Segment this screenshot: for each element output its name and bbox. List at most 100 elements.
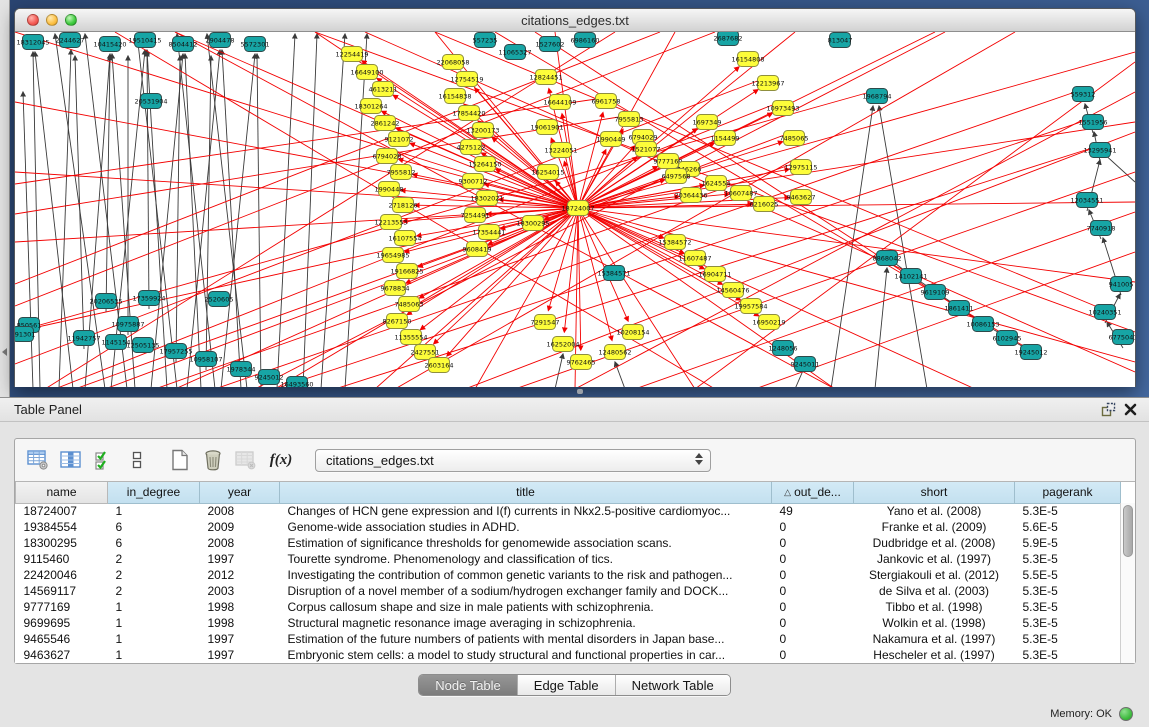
table-cell[interactable]: 9115460 xyxy=(16,551,108,567)
table-cell[interactable]: 9777169 xyxy=(16,599,108,615)
table-cell[interactable]: 6 xyxy=(108,535,200,551)
table-cell[interactable]: 1997 xyxy=(200,647,280,663)
table-cell[interactable]: Dudbridge et al. (2008) xyxy=(854,535,1015,551)
table-cell[interactable]: Disruption of a novel member of a sodium… xyxy=(280,583,772,599)
graph-node[interactable]: 11355554 xyxy=(394,330,427,345)
table-cell[interactable]: 2009 xyxy=(200,519,280,535)
table-cell[interactable]: 18300295 xyxy=(16,535,108,551)
graph-edge[interactable] xyxy=(45,32,615,387)
table-row[interactable]: 1872400712008Changes of HCN gene express… xyxy=(16,503,1121,519)
row-height-icon[interactable] xyxy=(122,445,152,475)
graph-edge[interactable] xyxy=(695,62,1135,387)
close-window-icon[interactable] xyxy=(27,14,39,26)
table-cell[interactable]: 5.9E-5 xyxy=(1015,535,1121,551)
graph-node[interactable]: 19061901 xyxy=(530,120,563,135)
graph-node[interactable]: 16649100 xyxy=(350,65,383,80)
graph-node[interactable]: 1248056 xyxy=(769,341,798,356)
table-cell[interactable]: Investigating the contribution of common… xyxy=(280,567,772,583)
table-cell[interactable]: Tourette syndrome. Phenomenology and cla… xyxy=(280,551,772,567)
graph-edge[interactable] xyxy=(578,208,759,316)
graph-node[interactable]: 6216025 xyxy=(750,197,779,212)
graph-node[interactable]: 22068058 xyxy=(436,55,469,70)
graph-node[interactable]: 1968794 xyxy=(863,89,892,104)
graph-edge[interactable] xyxy=(277,34,295,387)
graph-edge[interactable] xyxy=(562,114,578,208)
graph-node[interactable]: 7485065 xyxy=(780,131,809,146)
graph-edge[interactable] xyxy=(447,208,578,356)
table-cell[interactable]: Jankovic et al. (1997) xyxy=(854,551,1015,567)
table-cell[interactable]: 1 xyxy=(108,631,200,647)
graph-node[interactable]: 16252004 xyxy=(546,337,579,352)
table-row[interactable]: 946554611997Estimation of the future num… xyxy=(16,631,1121,647)
graph-node[interactable]: 9608419 xyxy=(463,242,492,257)
window-titlebar[interactable]: citations_edges.txt xyxy=(15,9,1135,32)
table-cell[interactable]: 2003 xyxy=(200,583,280,599)
graph-node[interactable]: 10958107 xyxy=(189,352,222,367)
graph-node[interactable]: 6961758 xyxy=(592,94,621,109)
column-header-short[interactable]: short xyxy=(854,482,1015,503)
graph-node[interactable]: 1527602 xyxy=(536,37,565,52)
graph-node[interactable]: 4613211 xyxy=(369,82,398,97)
graph-edge[interactable] xyxy=(255,32,945,387)
table-cell[interactable]: 0 xyxy=(772,615,854,631)
network-canvas[interactable]: 1225441916649100461321118301264286124291… xyxy=(15,32,1135,387)
graph-node[interactable]: 18312045 xyxy=(16,35,49,50)
graph-node[interactable]: 1990448 xyxy=(375,182,404,197)
graph-edge[interactable] xyxy=(578,208,581,350)
table-cell[interactable]: Estimation of the future numbers of pati… xyxy=(280,631,772,647)
table-cell[interactable]: Stergiakouli et al. (2012) xyxy=(854,567,1015,583)
graph-edge[interactable] xyxy=(555,32,578,208)
graph-node[interactable]: 6775041 xyxy=(1109,330,1135,345)
table-row[interactable]: 946362711997Embryonic stem cells: a mode… xyxy=(16,647,1121,663)
graph-node[interactable]: 1861411 xyxy=(945,301,974,316)
table-cell[interactable]: 0 xyxy=(772,551,854,567)
graph-node[interactable]: 9762465 xyxy=(567,355,596,370)
table-cell[interactable]: 9465546 xyxy=(16,631,108,647)
table-cell[interactable]: Yano et al. (2008) xyxy=(854,503,1015,519)
graph-node[interactable]: 16254015 xyxy=(531,165,564,180)
graph-node[interactable]: 9300712 xyxy=(459,174,488,189)
graph-node[interactable]: 19245012 xyxy=(1014,345,1047,360)
graph-node[interactable]: 15384571 xyxy=(597,266,630,281)
column-header-pagerank[interactable]: pagerank xyxy=(1015,482,1121,503)
table-cell[interactable]: 5.3E-5 xyxy=(1015,503,1121,519)
graph-node[interactable]: 559312 xyxy=(1071,87,1096,102)
table-cell[interactable]: 5.3E-5 xyxy=(1015,599,1121,615)
show-column-icon[interactable] xyxy=(56,445,86,475)
table-cell[interactable]: Franke et al. (2009) xyxy=(854,519,1015,535)
panel-splitter-handle[interactable] xyxy=(573,388,587,396)
table-cell[interactable]: 2 xyxy=(108,567,200,583)
table-cell[interactable]: 0 xyxy=(772,519,854,535)
graph-node[interactable]: 14560476 xyxy=(716,283,749,298)
column-header-out_de[interactable]: △out_de... xyxy=(772,482,854,503)
collapse-left-arrow-icon[interactable] xyxy=(2,348,7,356)
graph-node[interactable]: 17854420 xyxy=(452,106,485,121)
table-cell[interactable]: 1998 xyxy=(200,615,280,631)
table-cell[interactable]: 1 xyxy=(108,503,200,519)
graph-node[interactable]: 9245011 xyxy=(791,357,820,372)
graph-node[interactable]: 7254491 xyxy=(461,208,490,223)
graph-edge[interactable] xyxy=(875,268,887,387)
minimize-window-icon[interactable] xyxy=(46,14,58,26)
graph-node[interactable]: 13224051 xyxy=(544,143,577,158)
table-cell[interactable]: 5.3E-5 xyxy=(1015,615,1121,631)
graph-node[interactable]: 12213967 xyxy=(751,76,784,91)
graph-node[interactable]: 11942757 xyxy=(67,331,100,346)
graph-node[interactable]: 2603164 xyxy=(425,358,454,373)
graph-node[interactable]: 10415420 xyxy=(93,37,126,52)
table-cell[interactable]: 18724007 xyxy=(16,503,108,519)
table-cell[interactable]: 2 xyxy=(108,551,200,567)
function-builder-icon[interactable]: f(x) xyxy=(264,445,298,475)
table-cell[interactable]: 2012 xyxy=(200,567,280,583)
graph-node[interactable]: 16950219 xyxy=(752,315,785,330)
citation-network-graph[interactable]: 1225441916649100461321118301264286124291… xyxy=(15,32,1135,387)
graph-edge[interactable] xyxy=(15,32,578,208)
graph-node[interactable]: 1154499 xyxy=(711,131,740,146)
graph-node[interactable]: 12754519 xyxy=(450,72,483,87)
graph-node[interactable]: 1990449 xyxy=(597,132,626,147)
graph-node[interactable]: 12034551 xyxy=(1070,193,1103,208)
table-cell[interactable]: Wolkin et al. (1998) xyxy=(854,615,1015,631)
delete-table-icon[interactable] xyxy=(198,445,228,475)
graph-node[interactable]: 8504412 xyxy=(169,37,198,52)
graph-edge[interactable] xyxy=(395,32,1015,387)
